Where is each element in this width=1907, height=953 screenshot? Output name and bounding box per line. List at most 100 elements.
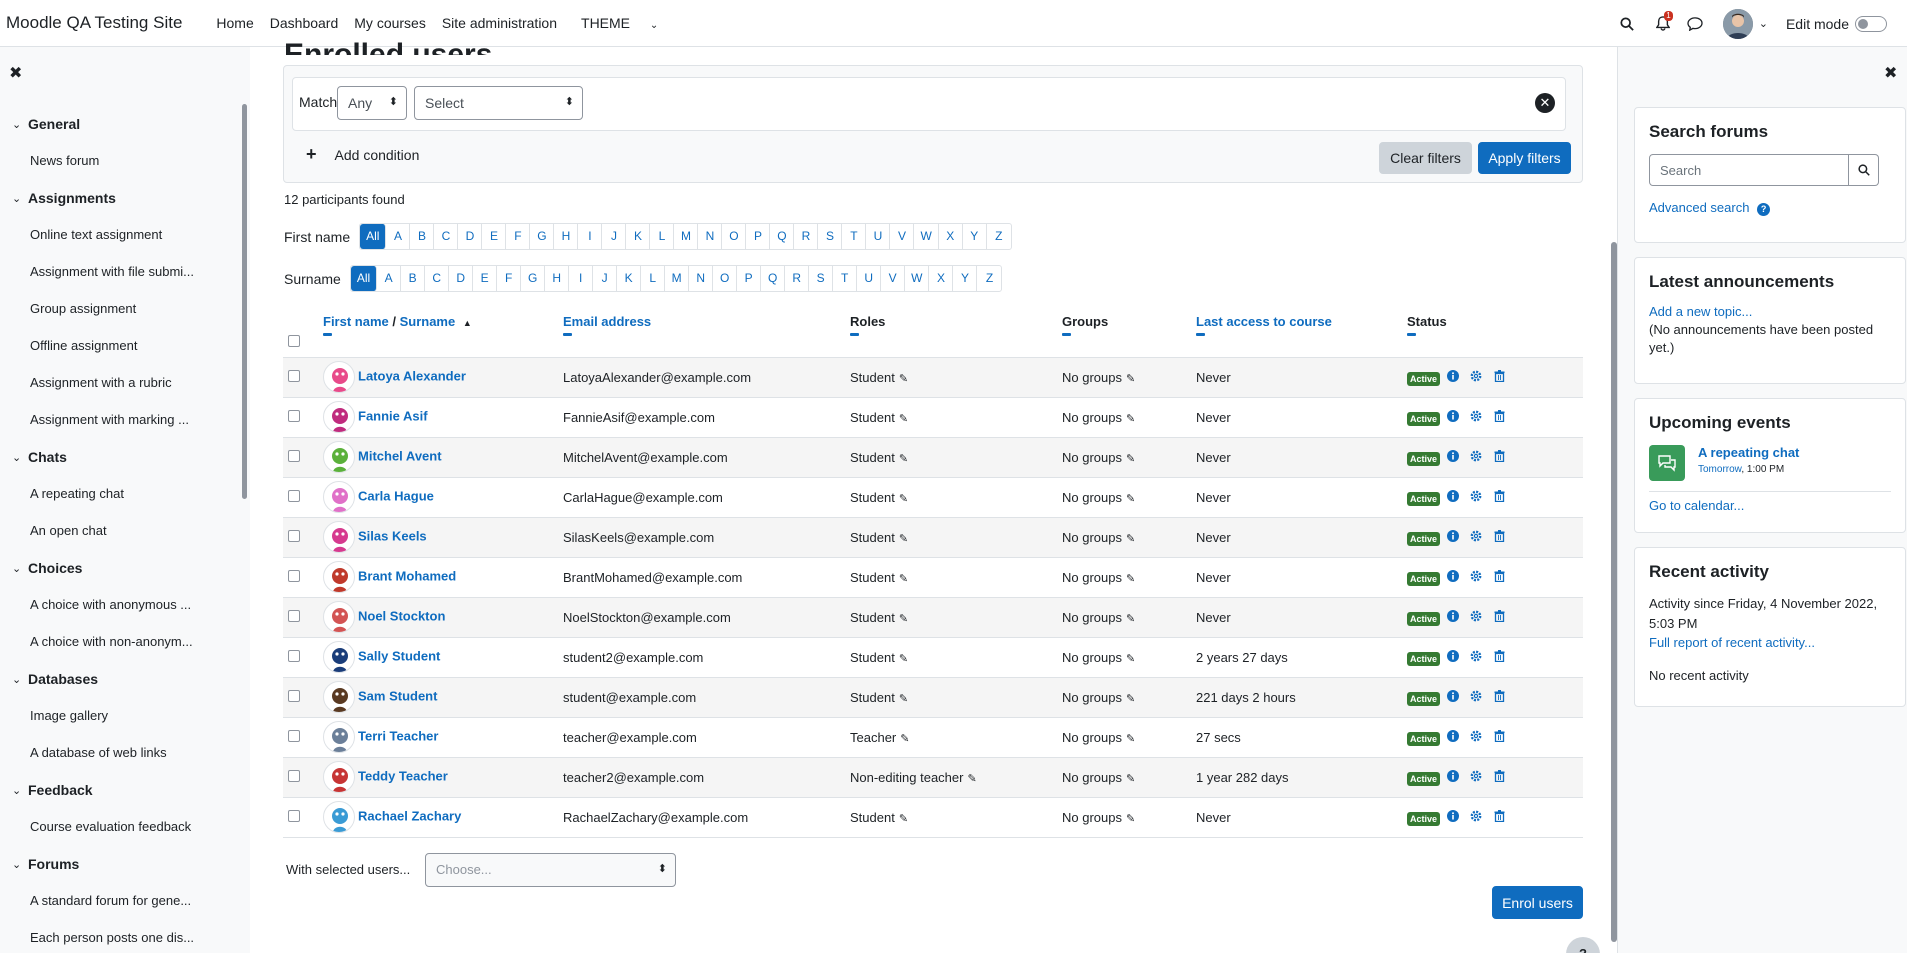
- course-section-2[interactable]: ⌄ Chats: [12, 449, 67, 465]
- course-index-item[interactable]: Assignment with file submi...: [30, 264, 205, 279]
- remove-filter-icon[interactable]: ✕: [1535, 93, 1555, 113]
- search-icon[interactable]: [1611, 8, 1643, 40]
- edit-pencil-icon[interactable]: ✎: [899, 453, 908, 465]
- course-index-item[interactable]: An open chat: [30, 523, 205, 538]
- row-checkbox[interactable]: [288, 369, 300, 382]
- course-index-item[interactable]: Assignment with a rubric: [30, 375, 205, 390]
- surname-initial-letter-l[interactable]: L: [641, 266, 666, 291]
- surname-initial-letter-n[interactable]: N: [689, 266, 714, 291]
- trash-icon[interactable]: [1493, 609, 1505, 625]
- site-name[interactable]: Moodle QA Testing Site: [6, 13, 182, 33]
- row-checkbox[interactable]: [288, 609, 300, 622]
- edit-pencil-icon[interactable]: ✎: [899, 613, 908, 625]
- edit-pencil-icon[interactable]: ✎: [899, 413, 908, 425]
- gear-icon[interactable]: [1470, 450, 1482, 465]
- surname-initial-letter-p[interactable]: P: [737, 266, 762, 291]
- course-index-item[interactable]: Offline assignment: [30, 338, 205, 353]
- gear-icon[interactable]: [1470, 690, 1482, 705]
- event-day-link[interactable]: Tomorrow: [1698, 464, 1741, 475]
- firstname-initial-letter-h[interactable]: H: [554, 224, 579, 249]
- firstname-initial-letter-v[interactable]: V: [890, 224, 915, 249]
- surname-initial-letter-m[interactable]: M: [665, 266, 690, 291]
- collapse-column-icon[interactable]: [1407, 333, 1416, 336]
- firstname-initial-letter-k[interactable]: K: [626, 224, 651, 249]
- info-icon[interactable]: [1447, 809, 1460, 825]
- participant-name-link[interactable]: Terri Teacher: [358, 728, 438, 743]
- firstname-initial-letter-p[interactable]: P: [746, 224, 771, 249]
- firstname-initial-letter-x[interactable]: X: [939, 224, 963, 249]
- surname-initial-letter-t[interactable]: T: [833, 266, 858, 291]
- close-block-drawer-icon[interactable]: ✖: [1884, 63, 1897, 83]
- firstname-initial-letter-s[interactable]: S: [818, 224, 843, 249]
- info-icon[interactable]: [1447, 369, 1460, 385]
- firstname-initial-letter-n[interactable]: N: [698, 224, 723, 249]
- edit-pencil-icon[interactable]: ✎: [1126, 573, 1135, 585]
- edit-pencil-icon[interactable]: ✎: [1126, 613, 1135, 625]
- firstname-initial-letter-o[interactable]: O: [722, 224, 747, 249]
- edit-pencil-icon[interactable]: ✎: [1126, 813, 1135, 825]
- search-forums-input[interactable]: Search: [1649, 154, 1849, 186]
- course-index-item[interactable]: Image gallery: [30, 708, 205, 723]
- surname-initial-letter-q[interactable]: Q: [761, 266, 786, 291]
- edit-pencil-icon[interactable]: ✎: [1126, 533, 1135, 545]
- nav-home[interactable]: Home: [216, 15, 253, 31]
- participant-name-link[interactable]: Carla Hague: [358, 488, 434, 503]
- course-index-item[interactable]: A repeating chat: [30, 486, 205, 501]
- info-icon[interactable]: [1447, 649, 1460, 665]
- participant-name-link[interactable]: Fannie Asif: [358, 408, 428, 423]
- edit-pencil-icon[interactable]: ✎: [1126, 773, 1135, 785]
- edit-mode-toggle[interactable]: [1855, 15, 1887, 32]
- sort-email[interactable]: Email address: [563, 314, 651, 329]
- surname-initial-all[interactable]: All: [350, 266, 378, 291]
- help-icon[interactable]: ?: [1757, 203, 1771, 216]
- edit-pencil-icon[interactable]: ✎: [967, 773, 976, 785]
- course-index-item[interactable]: Course evaluation feedback: [30, 819, 205, 834]
- edit-pencil-icon[interactable]: ✎: [899, 653, 908, 665]
- course-index-item[interactable]: Group assignment: [30, 301, 205, 316]
- surname-initial-letter-b[interactable]: B: [401, 266, 426, 291]
- firstname-initial-all[interactable]: All: [360, 224, 387, 249]
- course-index-item[interactable]: A database of web links: [30, 745, 205, 760]
- trash-icon[interactable]: [1493, 409, 1505, 425]
- course-section-6[interactable]: ⌄ Forums: [12, 856, 79, 872]
- course-index-item[interactable]: A choice with non-anonym...: [30, 634, 205, 649]
- row-checkbox[interactable]: [288, 489, 300, 502]
- surname-initial-letter-x[interactable]: X: [929, 266, 954, 291]
- course-section-0[interactable]: ⌄ General: [12, 116, 80, 132]
- course-index-item[interactable]: Online text assignment: [30, 227, 205, 242]
- participant-name-link[interactable]: Teddy Teacher: [358, 768, 448, 783]
- nav-theme[interactable]: THEME ⌄: [573, 15, 666, 31]
- surname-initial-letter-a[interactable]: A: [377, 266, 402, 291]
- surname-initial-letter-c[interactable]: C: [425, 266, 450, 291]
- gear-icon[interactable]: [1470, 770, 1482, 785]
- add-condition-button[interactable]: + Add condition: [306, 144, 419, 165]
- bulk-action-select[interactable]: Choose...: [425, 853, 676, 887]
- edit-pencil-icon[interactable]: ✎: [1126, 653, 1135, 665]
- firstname-initial-letter-r[interactable]: R: [794, 224, 819, 249]
- firstname-initial-letter-w[interactable]: W: [914, 224, 939, 249]
- row-checkbox[interactable]: [288, 729, 300, 742]
- help-icon[interactable]: ?: [1566, 937, 1600, 953]
- info-icon[interactable]: [1447, 729, 1460, 745]
- participant-name-link[interactable]: Rachael Zachary: [358, 808, 461, 823]
- sort-last-access[interactable]: Last access to course: [1196, 314, 1332, 329]
- edit-pencil-icon[interactable]: ✎: [899, 373, 908, 385]
- surname-initial-letter-g[interactable]: G: [521, 266, 546, 291]
- surname-initial-letter-y[interactable]: Y: [953, 266, 978, 291]
- course-section-1[interactable]: ⌄ Assignments: [12, 190, 116, 206]
- gear-icon[interactable]: [1470, 530, 1482, 545]
- course-section-4[interactable]: ⌄ Databases: [12, 671, 98, 687]
- firstname-initial-letter-y[interactable]: Y: [963, 224, 987, 249]
- collapse-column-icon[interactable]: [323, 333, 332, 336]
- gear-icon[interactable]: [1470, 730, 1482, 745]
- surname-initial-letter-o[interactable]: O: [713, 266, 738, 291]
- add-new-topic-link[interactable]: Add a new topic...: [1649, 304, 1752, 319]
- clear-filters-button[interactable]: Clear filters: [1379, 142, 1472, 174]
- notifications-button[interactable]: 1: [1647, 8, 1679, 40]
- trash-icon[interactable]: [1493, 689, 1505, 705]
- collapse-column-icon[interactable]: [1062, 333, 1071, 336]
- firstname-initial-letter-m[interactable]: M: [674, 224, 699, 249]
- trash-icon[interactable]: [1493, 449, 1505, 465]
- row-checkbox[interactable]: [288, 409, 300, 422]
- info-icon[interactable]: [1447, 529, 1460, 545]
